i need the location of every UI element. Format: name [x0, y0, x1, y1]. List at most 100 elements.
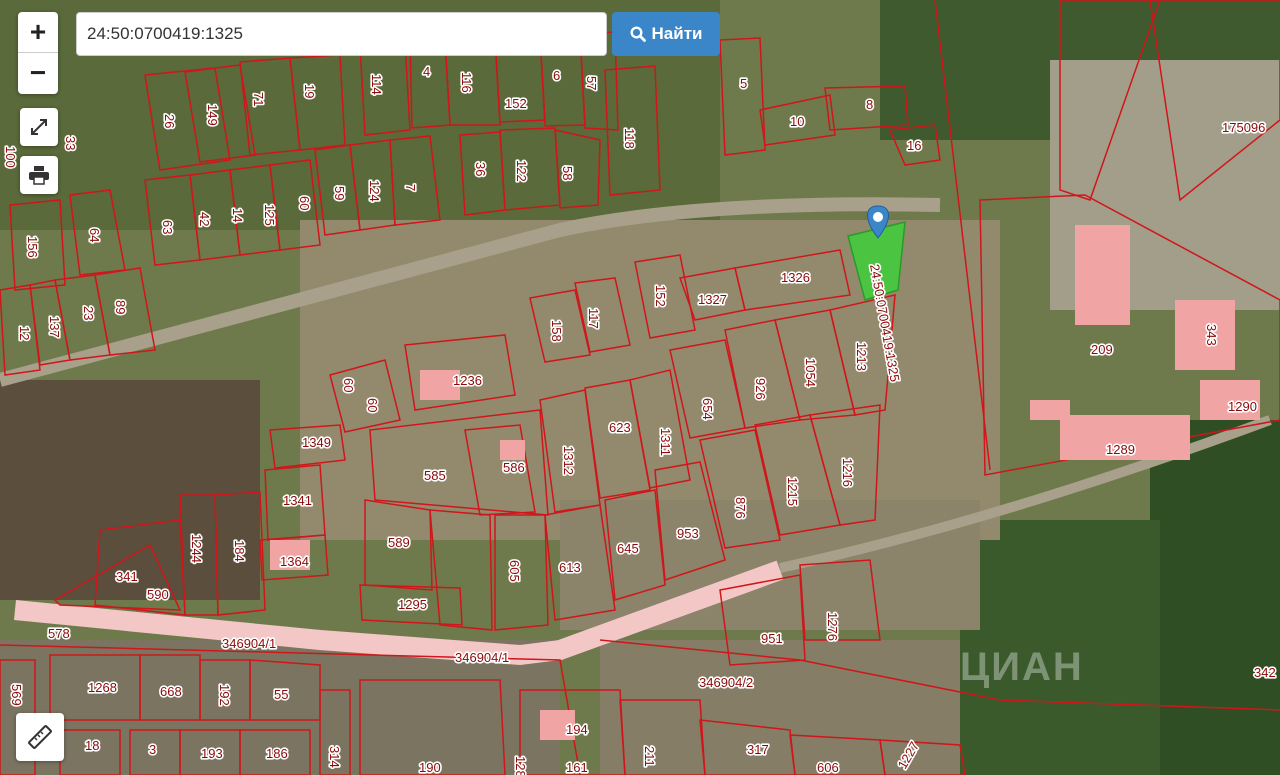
plot-label: 1289	[1106, 442, 1135, 457]
plot-label: 122	[514, 160, 529, 182]
plot-label: 613	[559, 560, 581, 575]
plot-label: 1312	[561, 446, 576, 475]
plot-label: 1364	[280, 554, 309, 569]
plot-label: 342	[1254, 665, 1276, 680]
search-icon	[630, 26, 646, 42]
plot-label: 314	[327, 746, 342, 768]
plot-label: 605	[507, 560, 522, 582]
measure-button[interactable]	[16, 713, 64, 761]
fullscreen-button[interactable]	[20, 108, 58, 146]
plot-label: 1326	[781, 270, 810, 285]
plot-label: 346904/2	[699, 675, 753, 690]
plot-label: 10	[790, 114, 804, 129]
plot-label: 209	[1091, 342, 1113, 357]
plot-label: 3	[149, 742, 156, 757]
plot-label: 23	[81, 306, 96, 320]
plot-label: 63	[160, 220, 175, 234]
plot-label: 7	[403, 184, 418, 191]
plot-label: 1311	[658, 428, 673, 456]
plot-label: 1276	[825, 612, 840, 641]
search-button-label: Найти	[651, 24, 703, 43]
watermark-logo: ЦИАН	[960, 645, 1084, 689]
plot-label: 57	[584, 76, 599, 90]
plot-label: 1327	[698, 292, 727, 307]
plot-label: 1054	[803, 358, 818, 387]
plot-label: 876	[733, 497, 748, 519]
plot-label: 16	[907, 138, 921, 153]
plot-label: 317	[747, 742, 769, 757]
plot-label: 152	[505, 96, 527, 111]
ruler-icon	[28, 725, 52, 749]
plot-label: 149	[205, 104, 220, 126]
plot-label: 125	[262, 204, 277, 226]
expand-icon	[31, 119, 47, 135]
print-button[interactable]	[20, 156, 58, 194]
plot-label: 953	[677, 526, 699, 541]
plot-label: 194	[566, 722, 588, 737]
cadastral-search-input[interactable]	[76, 12, 607, 56]
plot-label: 585	[424, 468, 446, 483]
plot-label: 60	[341, 378, 356, 392]
plot-label: 33	[63, 136, 78, 150]
plot-label: 5	[740, 76, 747, 91]
search-button[interactable]: Найти	[612, 12, 720, 56]
plot-label: 64	[87, 228, 102, 242]
plot-label: 1268	[88, 680, 117, 695]
plot-label: 341	[116, 569, 138, 584]
plot-label: 211	[642, 746, 657, 767]
plot-label: 12	[17, 326, 32, 340]
plot-label: 623	[609, 420, 631, 435]
plot-label: 175096	[1222, 120, 1265, 135]
plot-label: 1213	[854, 342, 869, 371]
plot-label: 128	[513, 756, 528, 775]
plot-label: 116	[459, 72, 474, 93]
plot-label: 1215	[785, 477, 800, 506]
zoom-out-button[interactable]: −	[18, 53, 58, 93]
plot-label: 36	[473, 162, 488, 176]
plot-label: 18	[85, 738, 99, 753]
plot-label: 578	[48, 626, 70, 641]
plot-label: 569	[9, 684, 24, 706]
cadastral-map[interactable]: 24:50:0700419:1325 8 16 10 5 118 57 6 15…	[0, 0, 1280, 775]
plot-label: 951	[761, 631, 783, 646]
plot-label: 124	[367, 180, 382, 202]
plot-label: 1290	[1228, 399, 1257, 414]
zoom-controls: + −	[18, 12, 58, 94]
plot-label: 926	[753, 378, 768, 400]
plot-label: 117	[586, 308, 601, 329]
plot-label: 1295	[398, 597, 427, 612]
plot-label: 152	[653, 285, 668, 307]
plot-label: 343	[1204, 324, 1219, 346]
plot-label: 137	[47, 316, 62, 338]
plot-label: 60	[365, 398, 380, 412]
plot-label: 1349	[302, 435, 331, 450]
plot-label: 1216	[840, 458, 855, 487]
plot-label: 60	[297, 196, 312, 210]
plot-label: 4	[423, 64, 430, 79]
plot-label: 668	[160, 684, 182, 699]
plot-label: 606	[817, 760, 839, 775]
plot-label: 192	[217, 684, 232, 706]
plot-label: 590	[147, 587, 169, 602]
plot-label: 186	[266, 746, 288, 761]
printer-icon	[29, 166, 49, 185]
plot-label: 346904/1	[222, 636, 276, 651]
plot-label: 184	[232, 540, 247, 562]
plot-label: 645	[617, 541, 639, 556]
plot-label: 1236	[453, 373, 482, 388]
plot-label: 1341	[283, 493, 312, 508]
plot-label: 156	[25, 236, 40, 258]
plot-label: 190	[419, 760, 441, 775]
plot-label: 14	[230, 208, 245, 222]
plot-label: 118	[622, 128, 637, 149]
plot-label: 26	[162, 114, 177, 128]
plot-label: 55	[274, 687, 288, 702]
zoom-in-button[interactable]: +	[18, 12, 58, 53]
plot-label: 58	[560, 166, 575, 180]
plot-label: 89	[113, 300, 128, 314]
plot-label: 1244	[189, 534, 204, 563]
plot-label: 19	[302, 84, 317, 98]
plot-label: 654	[700, 398, 715, 420]
plot-label: 6	[553, 68, 560, 83]
plot-label: 158	[549, 320, 564, 342]
